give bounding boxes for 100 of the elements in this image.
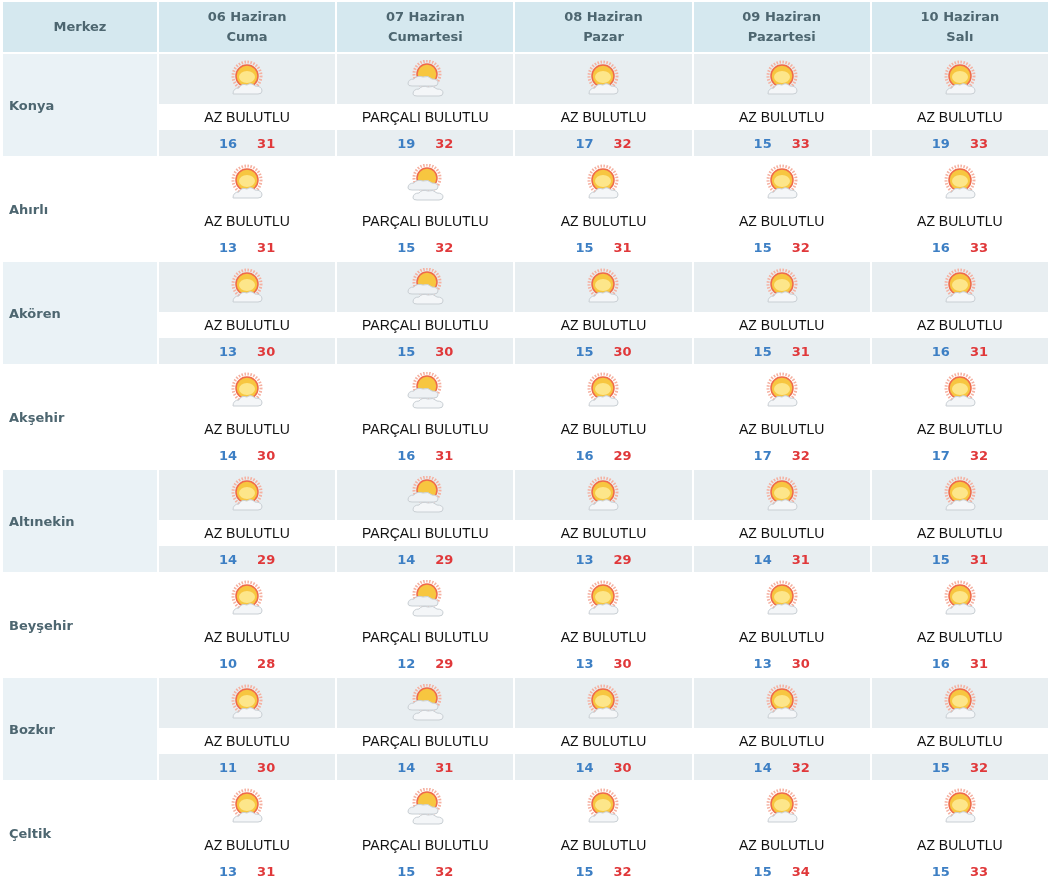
weather-condition: AZ BULUTLU (560, 629, 647, 645)
city-name: Konya (3, 54, 157, 156)
min-temperature: 15 (575, 863, 594, 879)
max-temperature: 33 (969, 135, 988, 151)
min-temperature: 13 (219, 239, 238, 255)
max-temperature: 31 (613, 239, 632, 255)
max-temperature: 31 (969, 655, 988, 671)
min-temperature: 11 (219, 759, 238, 775)
column-header: 07 Haziran Cumartesi (337, 2, 514, 52)
weather-condition: AZ BULUTLU (560, 109, 647, 125)
min-temperature: 17 (575, 135, 594, 151)
weather-condition: PARÇALI BULUTLU (362, 837, 489, 853)
min-temperature: 15 (575, 343, 594, 359)
weather-condition: AZ BULUTLU (738, 421, 825, 437)
weather-condition: PARÇALI BULUTLU (362, 213, 489, 229)
min-temperature: 13 (575, 551, 594, 567)
city-name: Akşehir (8, 408, 66, 427)
max-temperature: 33 (791, 135, 810, 151)
weather-condition: AZ BULUTLU (204, 837, 290, 853)
min-temperature: 16 (931, 239, 950, 255)
weather-condition: AZ BULUTLU (917, 109, 1003, 125)
weather-condition: PARÇALI BULUTLU (362, 629, 489, 645)
weather-condition: PARÇALI BULUTLU (362, 525, 489, 541)
max-temperature: 31 (257, 135, 276, 151)
weather-condition: AZ BULUTLU (560, 421, 647, 437)
max-temperature: 33 (969, 239, 988, 255)
max-temperature: 32 (791, 239, 810, 255)
max-temperature: 30 (257, 343, 276, 359)
min-temperature: 17 (931, 447, 950, 463)
city-name: Altınekin (3, 470, 157, 572)
weather-condition: AZ BULUTLU (917, 421, 1003, 437)
weather-condition: AZ BULUTLU (204, 109, 290, 125)
min-temperature: 16 (931, 343, 950, 359)
max-temperature: 28 (257, 655, 276, 671)
min-temperature: 14 (753, 759, 772, 775)
min-temperature: 13 (753, 655, 772, 671)
weather-condition: AZ BULUTLU (917, 213, 1003, 229)
weather-condition: AZ BULUTLU (560, 837, 647, 853)
max-temperature: 32 (613, 863, 632, 879)
max-temperature: 30 (257, 759, 276, 775)
min-temperature: 15 (397, 343, 416, 359)
weather-condition: AZ BULUTLU (917, 317, 1003, 333)
min-temperature: 16 (931, 655, 950, 671)
weather-condition: PARÇALI BULUTLU (362, 421, 489, 437)
max-temperature: 30 (613, 655, 632, 671)
column-header: 08 Haziran Pazar (515, 2, 692, 52)
max-temperature: 31 (791, 551, 810, 567)
max-temperature: 32 (791, 759, 810, 775)
min-temperature: 17 (753, 447, 772, 463)
max-temperature: 31 (791, 343, 810, 359)
max-temperature: 34 (791, 863, 810, 879)
weather-condition: AZ BULUTLU (917, 837, 1003, 853)
min-temperature: 16 (575, 447, 594, 463)
max-temperature: 30 (613, 343, 632, 359)
min-temperature: 15 (931, 863, 950, 879)
min-temperature: 14 (397, 759, 416, 775)
weather-condition: AZ BULUTLU (204, 525, 290, 541)
city-name: Beyşehir (8, 616, 74, 635)
weather-condition: AZ BULUTLU (738, 213, 825, 229)
min-temperature: 13 (219, 343, 238, 359)
weather-condition: AZ BULUTLU (917, 733, 1003, 749)
min-temperature: 13 (575, 655, 594, 671)
min-temperature: 12 (397, 655, 416, 671)
min-temperature: 14 (397, 551, 416, 567)
min-temperature: 15 (575, 239, 594, 255)
weather-condition: AZ BULUTLU (204, 213, 290, 229)
max-temperature: 29 (257, 551, 276, 567)
max-temperature: 30 (791, 655, 810, 671)
min-temperature: 16 (219, 135, 238, 151)
max-temperature: 30 (257, 447, 276, 463)
weather-condition: AZ BULUTLU (917, 525, 1003, 541)
min-temperature: 19 (931, 135, 950, 151)
city-name: Çeltik (8, 824, 53, 843)
min-temperature: 14 (219, 551, 238, 567)
max-temperature: 29 (613, 551, 632, 567)
weather-condition: AZ BULUTLU (738, 317, 825, 333)
max-temperature: 31 (969, 343, 988, 359)
min-temperature: 13 (219, 863, 238, 879)
min-temperature: 19 (397, 135, 416, 151)
weather-condition: AZ BULUTLU (204, 733, 290, 749)
min-temperature: 15 (931, 759, 950, 775)
weather-condition: AZ BULUTLU (738, 109, 825, 125)
max-temperature: 32 (969, 759, 988, 775)
column-header: 10 Haziran Salı (871, 2, 1048, 52)
max-temperature: 29 (435, 655, 454, 671)
max-temperature: 32 (435, 135, 454, 151)
weather-condition: AZ BULUTLU (738, 629, 825, 645)
weather-condition: AZ BULUTLU (204, 317, 290, 333)
max-temperature: 29 (613, 447, 632, 463)
min-temperature: 15 (753, 239, 772, 255)
weather-condition: AZ BULUTLU (560, 317, 647, 333)
column-header: Merkez (3, 2, 157, 52)
weather-condition: AZ BULUTLU (917, 629, 1003, 645)
max-temperature: 30 (613, 759, 632, 775)
min-temperature: 10 (219, 655, 238, 671)
max-temperature: 32 (969, 447, 988, 463)
min-temperature: 15 (753, 863, 772, 879)
weather-condition: AZ BULUTLU (738, 733, 825, 749)
weather-condition: PARÇALI BULUTLU (362, 733, 489, 749)
min-temperature: 14 (219, 447, 238, 463)
